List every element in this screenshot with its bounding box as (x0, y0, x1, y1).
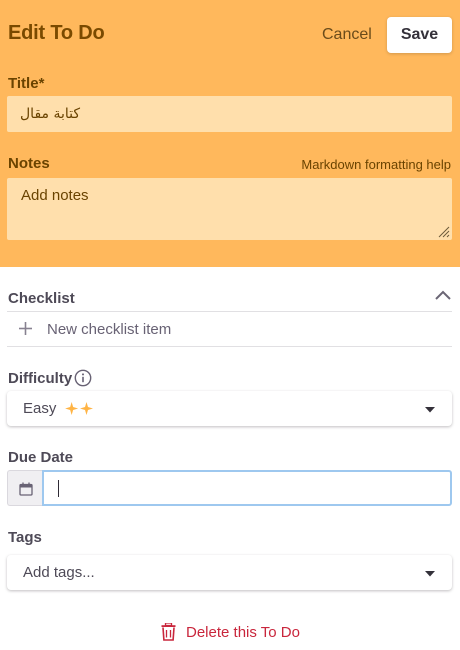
difficulty-value: Easy (23, 400, 57, 417)
cancel-button[interactable]: Cancel (312, 19, 382, 51)
chevron-up-icon[interactable] (433, 288, 453, 302)
sparkle-icon (65, 402, 93, 415)
due-date-input[interactable] (42, 470, 452, 506)
new-checklist-item-row[interactable]: New checklist item (7, 312, 452, 346)
difficulty-select[interactable]: Easy (7, 391, 452, 426)
calendar-icon (19, 482, 33, 496)
edit-todo-header: Edit To Do Cancel Save Title* كتابة مقال… (0, 0, 460, 267)
delete-todo-label: Delete this To Do (186, 624, 300, 641)
notes-placeholder: Add notes (21, 187, 89, 204)
markdown-help-link[interactable]: Markdown formatting help (301, 157, 451, 172)
plus-icon (19, 322, 32, 335)
title-label: Title* (8, 75, 45, 92)
info-icon[interactable] (74, 369, 92, 387)
due-date-label: Due Date (8, 449, 74, 466)
caret-down-icon (425, 407, 435, 413)
checklist-divider-bottom (7, 346, 452, 347)
tags-select[interactable]: Add tags... (7, 555, 452, 590)
notes-textarea[interactable]: Add notes (7, 178, 452, 240)
text-cursor (58, 480, 59, 497)
checklist-label: Checklist (8, 290, 75, 307)
title-input[interactable]: كتابة مقال (7, 96, 452, 132)
trash-icon (161, 623, 176, 641)
page-title: Edit To Do (8, 22, 105, 44)
tags-label: Tags (8, 529, 42, 546)
new-checklist-item-input[interactable]: New checklist item (47, 321, 171, 338)
calendar-button[interactable] (7, 470, 43, 506)
caret-down-icon (425, 571, 435, 577)
save-button[interactable]: Save (387, 17, 452, 53)
resize-handle-icon[interactable] (438, 226, 450, 238)
notes-label: Notes (8, 155, 50, 172)
due-date-field (7, 470, 452, 506)
tags-placeholder: Add tags... (23, 564, 95, 581)
difficulty-label: Difficulty (8, 370, 73, 387)
